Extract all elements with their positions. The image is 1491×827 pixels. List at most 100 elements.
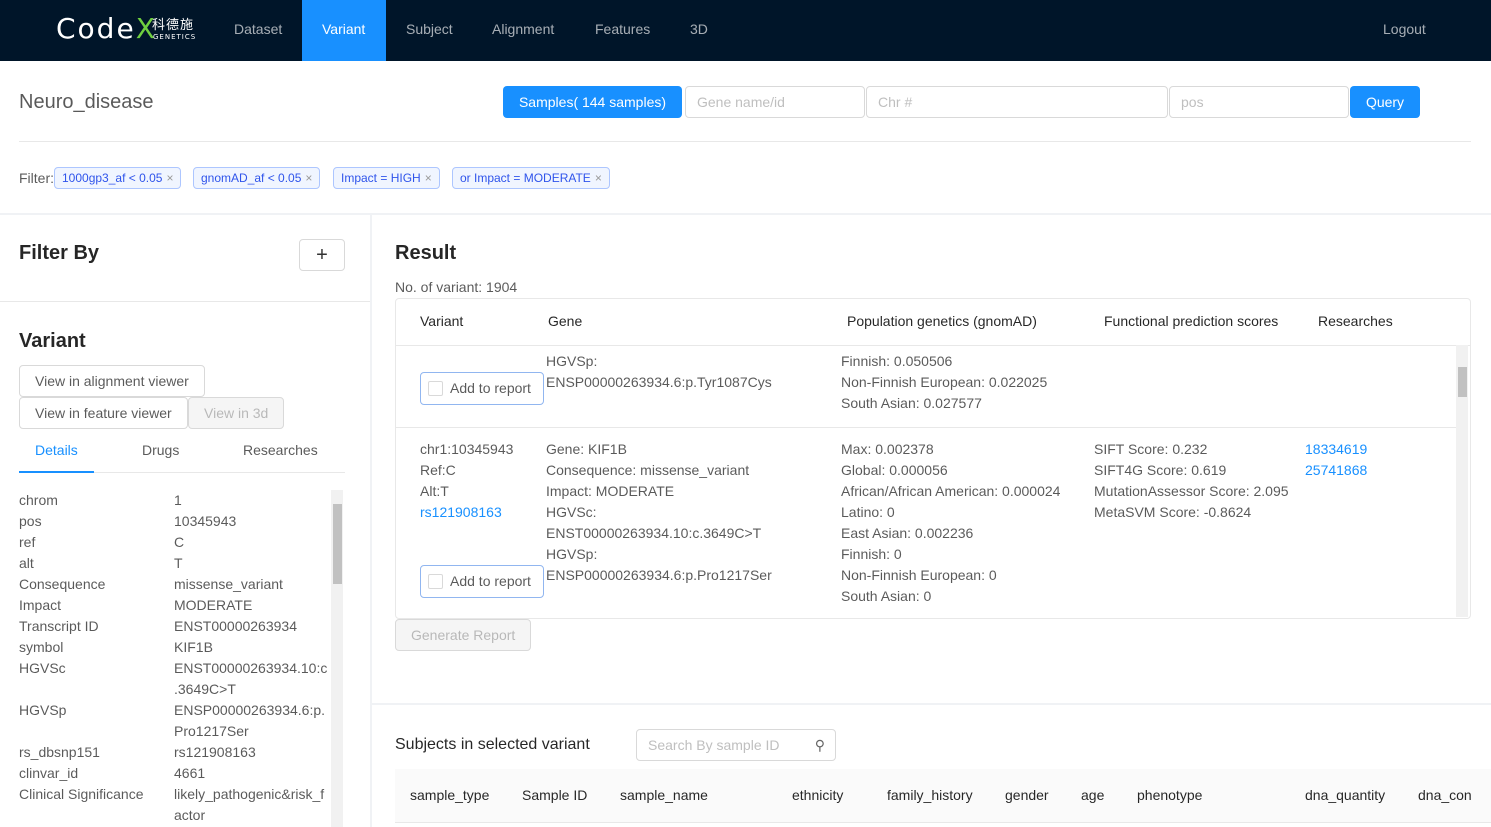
col-family-history[interactable]: family_history — [887, 787, 973, 803]
detail-key: alt — [19, 555, 34, 571]
population-cell: Max: 0.002378 Global: 0.000056 African/Afr… — [841, 441, 1061, 604]
tab-ink-bar — [19, 471, 94, 473]
result-heading: Result — [395, 242, 457, 264]
detail-value: likely_pathogenic&risk_f actor — [174, 786, 325, 823]
col-scores: Functional prediction scores — [1104, 313, 1279, 329]
close-icon[interactable]: × — [166, 171, 173, 185]
detail-key: pos — [19, 513, 42, 529]
detail-value: MODERATE — [174, 597, 253, 613]
col-sample-id[interactable]: Sample ID — [522, 787, 587, 803]
detail-value: missense_variant — [174, 576, 283, 592]
variant-cell: chr1:10345943 Ref:C Alt:T rs121908163 — [420, 439, 513, 523]
population-cell: Finnish: 0.050506 Non-Finnish European: 0… — [841, 353, 1048, 411]
detail-key: HGVSp — [19, 702, 67, 718]
filter-label: Filter: — [19, 170, 54, 186]
close-icon[interactable]: × — [425, 171, 432, 185]
query-button[interactable]: Query — [1350, 86, 1420, 118]
detail-key: ref — [19, 534, 36, 550]
scrollbar[interactable] — [331, 490, 343, 827]
sample-search-input[interactable]: Search By sample ID ⚲ — [636, 729, 836, 761]
detail-key: Clinical Significance — [19, 786, 144, 802]
search-icon[interactable]: ⚲ — [815, 730, 825, 760]
divider — [0, 301, 370, 302]
logout-link[interactable]: Logout — [1363, 0, 1446, 61]
subjects-heading: Subjects in selected variant — [395, 736, 590, 753]
subjects-panel: Subjects in selected variant Search By s… — [372, 705, 1491, 827]
detail-key: Consequence — [19, 576, 106, 592]
detail-value: T — [174, 555, 183, 571]
detail-key: chrom — [19, 492, 58, 508]
gene-input[interactable]: Gene name/id — [685, 86, 865, 118]
col-phenotype[interactable]: phenotype — [1137, 787, 1202, 803]
gene-cell: Gene: KIF1B Consequence: missense_variant… — [546, 441, 772, 583]
col-variant: Variant — [420, 313, 464, 329]
detail-key: HGVSc — [19, 660, 66, 676]
detail-value: ENST00000263934 — [174, 618, 297, 634]
detail-key: Transcript ID — [19, 618, 99, 634]
checkbox-icon — [428, 381, 443, 396]
col-dna-con[interactable]: dna_con — [1418, 787, 1472, 803]
col-gene: Gene — [548, 313, 583, 329]
pubmed-link[interactable]: 25741868 — [1305, 460, 1367, 481]
filter-tag[interactable]: gnomAD_af < 0.05 × — [193, 167, 321, 189]
close-icon[interactable]: × — [595, 171, 602, 185]
nav-features[interactable]: Features — [575, 0, 670, 61]
detail-value: 10345943 — [174, 513, 237, 529]
view-alignment-button[interactable]: View in alignment viewer — [19, 365, 205, 397]
add-to-report-checkbox[interactable]: Add to report — [420, 372, 544, 405]
generate-report-button[interactable]: Generate Report — [395, 619, 532, 651]
pos-input[interactable]: pos — [1169, 86, 1349, 118]
nav-3d[interactable]: 3D — [670, 0, 728, 61]
col-age[interactable]: age — [1081, 787, 1104, 803]
nav-dataset[interactable]: Dataset — [214, 0, 302, 61]
col-population: Population genetics (gnomAD) — [847, 313, 1037, 329]
detail-value: ENSP00000263934.6:p. Pro1217Ser — [174, 702, 326, 739]
checkbox-icon — [428, 574, 443, 589]
col-dna-quantity[interactable]: dna_quantity — [1305, 787, 1385, 803]
filter-tag[interactable]: 1000gp3_af < 0.05 × — [54, 167, 182, 189]
scores-cell: SIFT Score: 0.232 SIFT4G Score: 0.619 Muta… — [1094, 441, 1289, 520]
page-title: Neuro_disease — [19, 91, 154, 113]
view-feature-button[interactable]: View in feature viewer — [19, 397, 188, 429]
filter-by-heading: Filter By — [19, 242, 100, 264]
variant-count: No. of variant: 1904 — [395, 279, 518, 295]
col-sample-name[interactable]: sample_name — [620, 787, 708, 803]
tab-researches[interactable]: Researches — [243, 442, 318, 458]
result-table: Variant Gene Population genetics (gnomAD… — [395, 298, 1471, 619]
detail-value: KIF1B — [174, 639, 213, 655]
view-3d-button[interactable]: View in 3d — [188, 397, 285, 429]
rs-link[interactable]: rs121908163 — [420, 502, 513, 523]
chr-input[interactable]: Chr # — [866, 86, 1168, 118]
divider — [19, 141, 1471, 142]
detail-value: 1 — [174, 492, 182, 508]
nav-variant[interactable]: Variant — [302, 0, 386, 61]
detail-key: clinvar_id — [19, 765, 79, 781]
detail-key: rs_dbsnp151 — [19, 744, 100, 760]
gene-cell: HGVSp: ENSP00000263934.6:p.Tyr1087Cys — [546, 353, 772, 390]
query-bar: Neuro_disease Samples( 144 samples) Gene… — [0, 61, 1491, 213]
tab-drugs[interactable]: Drugs — [142, 442, 179, 458]
detail-value: 4661 — [174, 765, 206, 781]
col-gender[interactable]: gender — [1005, 787, 1049, 803]
logo[interactable]: CodeX 科德施 GENETICS — [56, 12, 195, 45]
nav-subject[interactable]: Subject — [386, 0, 473, 61]
scrollbar[interactable] — [1456, 345, 1468, 617]
detail-key: symbol — [19, 639, 64, 655]
variant-heading: Variant — [19, 330, 86, 352]
top-nav: CodeX 科德施 GENETICS Dataset Variant Subject… — [0, 0, 1491, 61]
detail-value: C — [174, 534, 185, 550]
add-to-report-checkbox[interactable]: Add to report — [420, 565, 544, 598]
samples-button[interactable]: Samples( 144 samples) — [503, 86, 682, 118]
tab-details[interactable]: Details — [35, 442, 78, 458]
close-icon[interactable]: × — [305, 171, 312, 185]
left-panel: Filter By + Variant View in alignment vi… — [0, 215, 370, 827]
col-ethnicity[interactable]: ethnicity — [792, 787, 843, 803]
filter-tag[interactable]: Impact = HIGH × — [333, 167, 440, 189]
researches-cell: 18334619 25741868 — [1305, 439, 1367, 481]
nav-alignment[interactable]: Alignment — [472, 0, 574, 61]
col-sample-type[interactable]: sample_type — [410, 787, 489, 803]
pubmed-link[interactable]: 18334619 — [1305, 439, 1367, 460]
add-filter-button[interactable]: + — [299, 239, 345, 271]
filter-tag[interactable]: or Impact = MODERATE × — [452, 167, 610, 189]
col-researches: Researches — [1318, 313, 1393, 329]
